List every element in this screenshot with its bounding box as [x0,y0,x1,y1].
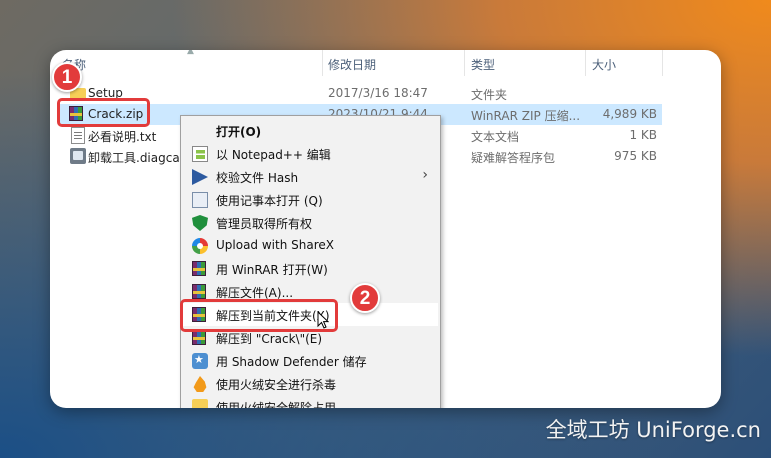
file-type: 文本文档 [471,130,520,144]
column-header-row: ▲ 名称 修改日期 类型 大小 [50,50,721,76]
file-row-setup[interactable]: Setup 2017/3/16 18:47 文件夹 [50,83,721,104]
menu-item-hash[interactable]: 校验文件 Hash › [181,165,440,188]
file-size: 4,989 KB [602,107,657,121]
shadow-defender-icon [192,353,208,369]
menu-item-take-ownership[interactable]: 管理员取得所有权 [181,211,440,234]
menu-item-shadow-defender[interactable]: 用 Shadow Defender 储存 [181,349,440,372]
file-type: 疑难解答程序包 [471,151,556,165]
notepadpp-icon [192,146,208,162]
menu-item-huorong-scan[interactable]: 使用火绒安全进行杀毒 [181,372,440,395]
menu-item-notepad[interactable]: 使用记事本打开 (Q) [181,188,440,211]
column-size[interactable]: 大小 [592,56,616,73]
huorong-icon [193,376,207,392]
shield-icon [192,215,208,231]
file-name: 卸载工具.diagcab [88,151,188,165]
menu-item-winrar-open[interactable]: 用 WinRAR 打开(W) [181,257,440,280]
callout-box-step2 [180,299,338,332]
file-size: 975 KB [614,149,657,163]
winrar-icon [192,284,208,300]
watermark: 全域工坊 UniForge.cn [545,418,761,442]
sort-arrow-icon: ▲ [187,50,194,56]
context-menu: 打开(O) 以 Notepad++ 编辑 校验文件 Hash › 使用记事本打开… [180,115,441,408]
column-date[interactable]: 修改日期 [328,56,376,73]
menu-item-huorong-unlock[interactable]: 使用火绒安全解除占用 [181,395,440,408]
submenu-arrow-icon: › [422,167,428,183]
step-badge-1: 1 [52,62,82,92]
file-size: 1 KB [629,128,657,142]
diagcab-icon [70,148,86,164]
file-name: 必看说明.txt [88,130,157,144]
winrar-icon [192,330,208,346]
powershell-icon [192,169,208,185]
file-type: 文件夹 [471,88,508,102]
file-date: 2017/3/16 18:47 [328,86,428,100]
sharex-icon [192,238,208,254]
callout-box-step1 [57,98,150,127]
menu-item-notepadpp[interactable]: 以 Notepad++ 编辑 [181,142,440,165]
menu-item-sharex[interactable]: Upload with ShareX [181,234,440,257]
mouse-cursor-icon [317,311,329,329]
step-badge-2: 2 [350,283,380,313]
text-file-icon [71,127,85,144]
column-type[interactable]: 类型 [471,56,495,73]
document-icon [192,192,208,208]
explorer-window: ▲ 名称 修改日期 类型 大小 Setup 2017/3/16 18:47 文件… [50,50,721,408]
file-type: WinRAR ZIP 压缩... [471,109,581,123]
menu-item-open[interactable]: 打开(O) [181,119,440,142]
folder-icon [192,399,208,408]
winrar-icon [192,261,208,277]
